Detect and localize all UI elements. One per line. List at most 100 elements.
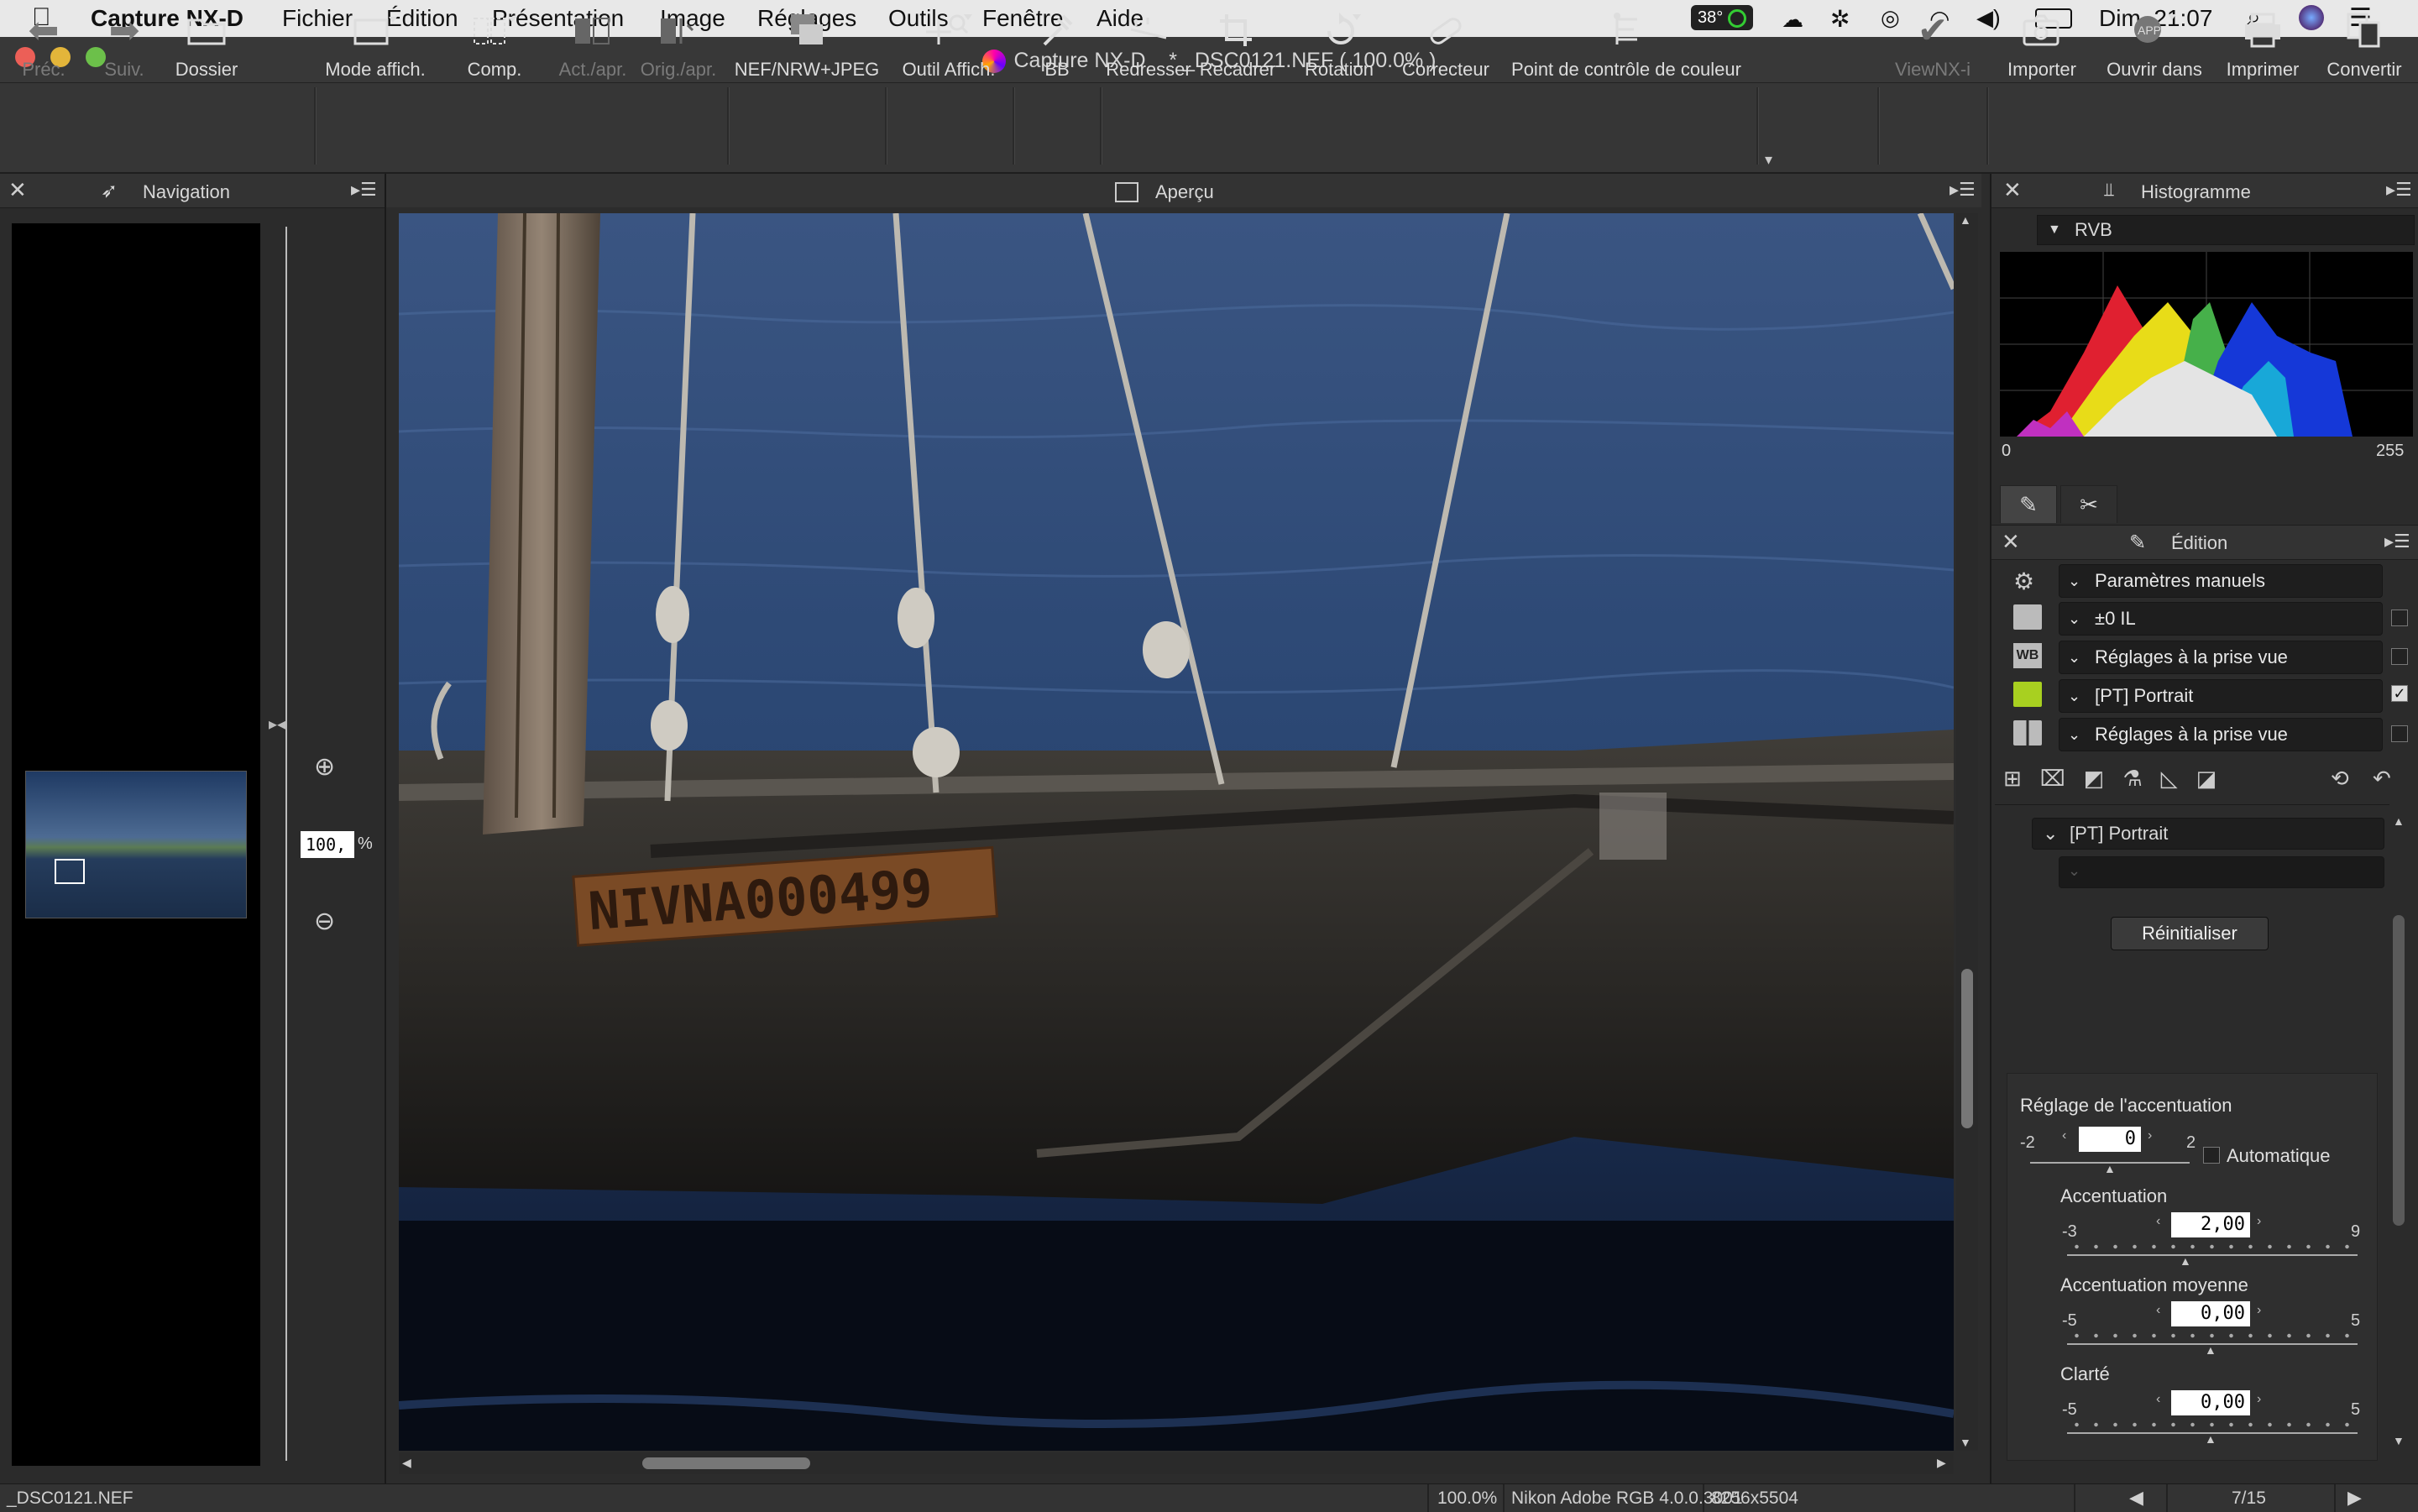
sharpening-decrease-icon[interactable]: ‹ [2156,1214,2160,1229]
white-balance-checkbox[interactable] [2391,648,2408,665]
clarity-handle[interactable]: ▲ [2205,1432,2216,1446]
mid-sharpening-increase-icon[interactable]: › [2257,1303,2261,1318]
scroll-right-icon[interactable]: ▶ [1937,1456,1946,1470]
zoom-slider-handle[interactable]: ▸◂ [269,714,285,735]
active-d-lighting-checkbox[interactable] [2391,725,2408,742]
sharpening-ticks [2067,1244,2358,1249]
prev-button[interactable]: ⬅ Préc. [8,7,79,86]
quick-sharp-decrease-icon[interactable]: ‹ [2062,1128,2066,1143]
scroll-down-icon[interactable]: ▼ [1960,1436,1971,1449]
close-panel-icon[interactable]: ✕ [8,177,27,203]
view-mode-button[interactable]: Mode affich. [319,7,432,86]
viewer-menu-icon[interactable]: ▸☰ [1950,179,1976,201]
edition-menu-icon[interactable]: ▸☰ [2384,531,2410,552]
preview-frame-icon [1115,182,1138,202]
exposure-checkbox[interactable] [2391,610,2408,626]
sharpening-increase-icon[interactable]: › [2257,1214,2261,1229]
clarity-input[interactable]: 0,00 [2171,1390,2250,1415]
clarity-increase-icon[interactable]: › [2257,1392,2261,1407]
zoom-in-icon[interactable]: ⊕ [314,752,335,782]
photo-canvas[interactable]: NIVNA000499 [399,213,1954,1451]
picture-control-checkbox[interactable]: ✓ [2391,685,2408,702]
levels-icon[interactable]: ◩ [2084,766,2123,791]
histogram-channel-select[interactable]: ▼ RVB [2037,215,2415,245]
clarity-label: Clarté [2060,1363,2110,1384]
scroll-down-icon[interactable]: ▼ [2393,1434,2405,1447]
compare-button[interactable]: Comp. [448,7,541,86]
lens-correction-icon[interactable]: ⌧ [2040,766,2084,791]
orig-after-button[interactable]: Orig./apr. [635,7,722,86]
undo-icon[interactable]: ↶ [2373,766,2391,792]
reset-button[interactable]: Réinitialiser [2111,917,2269,950]
mid-sharpening-input[interactable]: 0,00 [2171,1301,2250,1326]
edit-row-exposure[interactable]: ⌄ ±0 IL [2059,602,2383,636]
noise-reduction-icon[interactable]: ⊞ [2003,766,2040,791]
convert-button[interactable]: Convertir [2317,7,2411,86]
next-button[interactable]: ➡ Suiv. [89,7,160,86]
divider [1995,804,2389,805]
nef-jpeg-button[interactable]: NEF/NRW+JPEG [734,7,880,86]
import-button[interactable]: Importer [1995,7,2089,86]
close-edition-icon[interactable]: ✕ [2002,529,2020,555]
sharpening-track[interactable] [2067,1254,2358,1256]
before-after-button[interactable]: Act./apr. [551,7,635,86]
picture-control-sub-select[interactable]: ⌄ [2059,856,2384,888]
straighten-button[interactable]: Redresser [1105,7,1192,86]
sharpening-max: 9 [2351,1222,2361,1241]
viewer-vscroll-thumb[interactable] [1961,969,1973,1128]
retouch-brush-button[interactable]: Correcteur [1397,7,1494,86]
sharpening-handle[interactable]: ▲ [2180,1254,2191,1268]
quick-sharp-input[interactable]: 0 [2079,1127,2141,1152]
sharpening-input[interactable]: 2,00 [2171,1212,2250,1237]
edit-row-active-d-lighting[interactable]: ⌄ Réglages à la prise vue [2059,718,2383,751]
edit-row-white-balance[interactable]: ⌄ Réglages à la prise vue [2059,641,2383,674]
previous-image-icon[interactable]: ◀ [2129,1487,2143,1509]
cloud-icon[interactable]: ☁ [1782,7,1803,33]
viewnx-button[interactable]: ✔ ViewNX-i [1886,7,1980,86]
histogram-min-label: 0 [2002,442,2012,460]
quick-sharp-increase-icon[interactable]: › [2148,1128,2152,1143]
histogram-menu-icon[interactable]: ▸☰ [2386,179,2412,201]
zoom-out-icon[interactable]: ⊖ [314,907,335,936]
open-in-button[interactable]: APP Ouvrir dans [2097,7,2211,86]
viewer-hscroll-thumb[interactable] [642,1457,810,1469]
tab-edit[interactable]: ✎ [2000,485,2057,523]
next-image-icon[interactable]: ▶ [2347,1487,2362,1509]
edit-row-picture-control[interactable]: ⌄ [PT] Portrait [2059,679,2383,713]
rotate-button[interactable]: Rotation [1293,7,1385,86]
close-histogram-icon[interactable]: ✕ [2003,177,2022,203]
lch-icon[interactable]: ⚗ [2122,766,2160,791]
crop-button[interactable]: Recadrer [1196,7,1280,86]
navigator-thumbnail[interactable] [25,771,247,918]
viewer-vertical-scrollbar[interactable]: ▲ ▼ [1956,213,1978,1451]
toolbar-overflow-chevron-icon[interactable]: ▾ [1765,151,1772,169]
picture-control-select[interactable]: ⌄ [PT] Portrait [2032,818,2384,850]
edit-panel-scrollbar[interactable]: ▲ ▼ [2389,814,2410,1452]
mid-sharpening-decrease-icon[interactable]: ‹ [2156,1303,2160,1318]
panel-menu-icon[interactable]: ▸☰ [351,179,377,201]
navigator-view-rect[interactable] [55,859,85,884]
white-balance-button[interactable]: BB [1019,7,1095,86]
edit-row-manual-settings[interactable]: ⌄ Paramètres manuels [2059,564,2383,598]
zoom-slider-track[interactable] [285,227,287,1461]
scroll-up-icon[interactable]: ▲ [1960,213,1971,227]
color-control-point-button[interactable]: Point de contrôle de couleur [1503,7,1750,86]
mid-sharpening-handle[interactable]: ▲ [2205,1343,2216,1357]
tab-adjust[interactable]: ✂ [2060,485,2117,523]
scroll-left-icon[interactable]: ◀ [402,1456,411,1470]
clarity-decrease-icon[interactable]: ‹ [2156,1392,2160,1407]
history-icon[interactable]: ⟲ [2331,766,2349,792]
edit-panel-scroll-thumb[interactable] [2393,915,2405,1226]
zoom-input[interactable]: 100, [301,831,354,858]
color-balance-icon[interactable]: ◪ [2196,766,2236,791]
viewer-horizontal-scrollbar[interactable]: ◀ ▶ [399,1452,1954,1474]
camera-import-icon [1995,7,2089,54]
view-tool-button[interactable]: Outil Affich. [890,7,1008,86]
auto-checkbox[interactable] [2203,1147,2220,1164]
curves-icon[interactable]: ◺ [2161,766,2196,791]
folder-button[interactable]: Dossier [165,7,249,86]
quick-sharp-handle[interactable]: ▲ [2104,1162,2116,1175]
scroll-up-icon[interactable]: ▲ [2393,814,2405,828]
gear-badge-icon[interactable]: ✲ [1830,5,1850,33]
print-button[interactable]: Imprimer [2218,7,2307,86]
